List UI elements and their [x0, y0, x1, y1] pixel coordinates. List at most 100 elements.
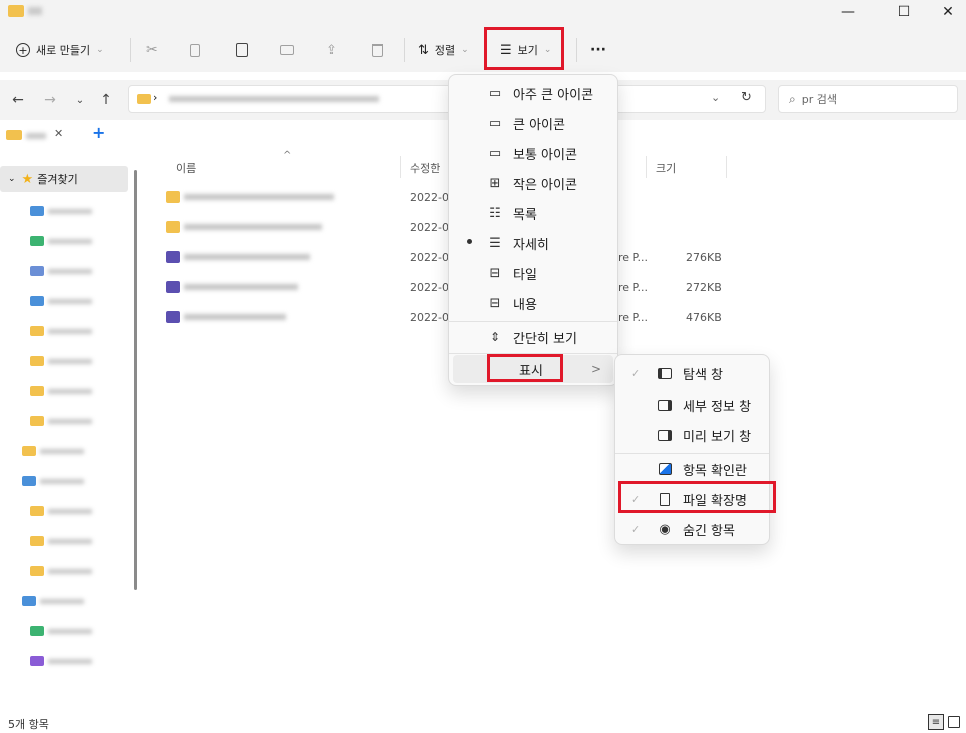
sidebar-item[interactable]	[30, 263, 122, 279]
file-extensions-highlight	[618, 481, 776, 513]
sidebar-item[interactable]	[30, 533, 122, 549]
copy-button[interactable]	[190, 36, 200, 64]
sidebar-label-blurred	[48, 209, 92, 214]
chevron-right-icon: >	[590, 362, 601, 376]
sort-button[interactable]: ⇅ 정렬 ⌄	[418, 36, 469, 64]
view-menu-item[interactable]: ⊞ 작은 아이콘	[453, 169, 613, 197]
file-name-blurred	[184, 194, 334, 200]
folder-icon	[30, 266, 44, 276]
back-button[interactable]: ←	[6, 88, 30, 112]
close-button[interactable]: ✕	[926, 0, 966, 24]
address-bar[interactable]: › ⌄ ↻	[128, 85, 766, 113]
sidebar-item[interactable]	[30, 413, 122, 429]
sidebar-item[interactable]	[30, 653, 122, 669]
content-icon: ⊟	[489, 295, 501, 311]
file-icon	[166, 281, 180, 293]
folder-icon	[30, 236, 44, 246]
share-button[interactable]: ⇪	[326, 36, 337, 64]
details-view-toggle[interactable]: ≡	[928, 714, 944, 730]
new-tab-button[interactable]: +	[92, 123, 105, 142]
sidebar-label-blurred	[48, 269, 92, 274]
view-menu-item[interactable]: ▭ 아주 큰 아이콘	[453, 79, 613, 107]
tiles-view-toggle[interactable]	[948, 716, 960, 728]
sidebar-item[interactable]	[30, 623, 122, 639]
tab-close-icon[interactable]: ✕	[54, 127, 63, 140]
view-menu-item[interactable]: ⊟ 내용	[453, 289, 613, 317]
forward-button[interactable]: →	[38, 88, 62, 112]
selected-dot-icon	[467, 239, 472, 244]
folder-icon	[22, 596, 36, 606]
folder-icon	[30, 536, 44, 546]
eye-icon: ◉	[659, 521, 671, 537]
view-menu-item[interactable]: ☷ 목록	[453, 199, 613, 227]
file-icon	[166, 311, 180, 323]
sidebar-scrollbar[interactable]	[134, 170, 137, 590]
sidebar-item[interactable]	[30, 383, 122, 399]
checkbox-icon	[657, 461, 673, 477]
refresh-icon[interactable]: ↻	[741, 90, 752, 105]
sidebar-item[interactable]	[30, 203, 122, 219]
delete-button[interactable]	[372, 36, 383, 64]
search-box[interactable]: ⌕ pr 검색	[778, 85, 958, 113]
copy-icon	[190, 43, 200, 57]
view-button-highlight	[484, 27, 564, 70]
folder-icon	[22, 446, 36, 456]
compact-view-icon: ⇕	[489, 330, 501, 344]
address-dropdown-icon[interactable]: ⌄	[711, 91, 720, 104]
minimize-button[interactable]: —	[826, 0, 870, 24]
folder-icon	[30, 506, 44, 516]
view-menu-item[interactable]: ▭ 보통 아이콘	[453, 139, 613, 167]
column-header-modified[interactable]: 수정한	[410, 160, 440, 176]
sidebar-item[interactable]	[30, 353, 122, 369]
file-type: re P...	[618, 311, 648, 324]
paste-button[interactable]	[236, 36, 248, 64]
view-menu-item[interactable]: ⊟ 타일	[453, 259, 613, 287]
show-nav-pane-item[interactable]: ✓ 탐색 창	[619, 359, 765, 387]
arrow-right-icon: →	[44, 92, 56, 108]
sidebar-item[interactable]	[30, 293, 122, 309]
new-button[interactable]: + 새로 만들기 ⌄	[16, 36, 104, 64]
chevron-down-icon: ⌄	[8, 174, 16, 184]
cut-button[interactable]: ✂	[146, 36, 158, 64]
show-preview-pane-item[interactable]: 미리 보기 창	[619, 421, 765, 449]
show-hidden-items-item[interactable]: ✓ ◉ 숨긴 항목	[619, 515, 765, 543]
rename-button[interactable]	[280, 36, 294, 64]
view-compact-item[interactable]: ⇕ 간단히 보기	[453, 323, 613, 351]
sidebar-item[interactable]	[30, 563, 122, 579]
view-menu-item-label: 목록	[513, 207, 537, 223]
sidebar-label-blurred	[48, 419, 92, 424]
sidebar-item[interactable]	[30, 323, 122, 339]
new-button-label: 새로 만들기	[36, 44, 91, 57]
tiles-icon: ⊟	[489, 265, 501, 281]
sort-arrows-icon: ⇅	[418, 42, 429, 58]
show-details-pane-item[interactable]: 세부 정보 창	[619, 391, 765, 419]
up-button[interactable]: ↑	[94, 88, 118, 112]
show-item-checkboxes-item[interactable]: 항목 확인란	[619, 455, 765, 483]
clipboard-icon	[236, 43, 248, 57]
folder-icon	[166, 221, 180, 233]
sidebar-item[interactable]	[22, 593, 122, 609]
view-menu-item[interactable]: ▭ 큰 아이콘	[453, 109, 613, 137]
sidebar-item[interactable]	[30, 233, 122, 249]
sort-chevron-up-icon: ^	[283, 150, 292, 161]
view-menu-item-label: 내용	[513, 297, 537, 313]
view-menu-item[interactable]: ☰ 자세히	[453, 229, 613, 257]
sidebar-label-blurred	[48, 659, 92, 664]
sidebar-item[interactable]	[22, 443, 122, 459]
recent-button[interactable]: ⌄	[68, 88, 92, 112]
tab-current[interactable]: ✕	[4, 124, 74, 146]
column-header-name[interactable]: 이름	[176, 160, 196, 176]
breadcrumb-chevron-icon: ›	[153, 91, 158, 104]
sidebar-item[interactable]	[30, 503, 122, 519]
see-more-button[interactable]: ···	[590, 36, 606, 64]
column-header-size[interactable]: 크기	[656, 160, 676, 176]
maximize-button[interactable]: ☐	[882, 0, 926, 24]
file-name-blurred	[184, 314, 286, 320]
folder-icon	[137, 94, 151, 104]
sidebar-item-favorites[interactable]: ⌄ ★ 즐겨찾기	[0, 166, 128, 192]
sidebar-item[interactable]	[22, 473, 122, 489]
show-submenu: ✓ 탐색 창 세부 정보 창 미리 보기 창 항목 확인란 ✓ 파일 확장명 ✓…	[614, 354, 770, 545]
file-name-blurred	[184, 254, 310, 260]
sidebar-label-blurred	[48, 239, 92, 244]
folder-icon	[6, 130, 22, 140]
